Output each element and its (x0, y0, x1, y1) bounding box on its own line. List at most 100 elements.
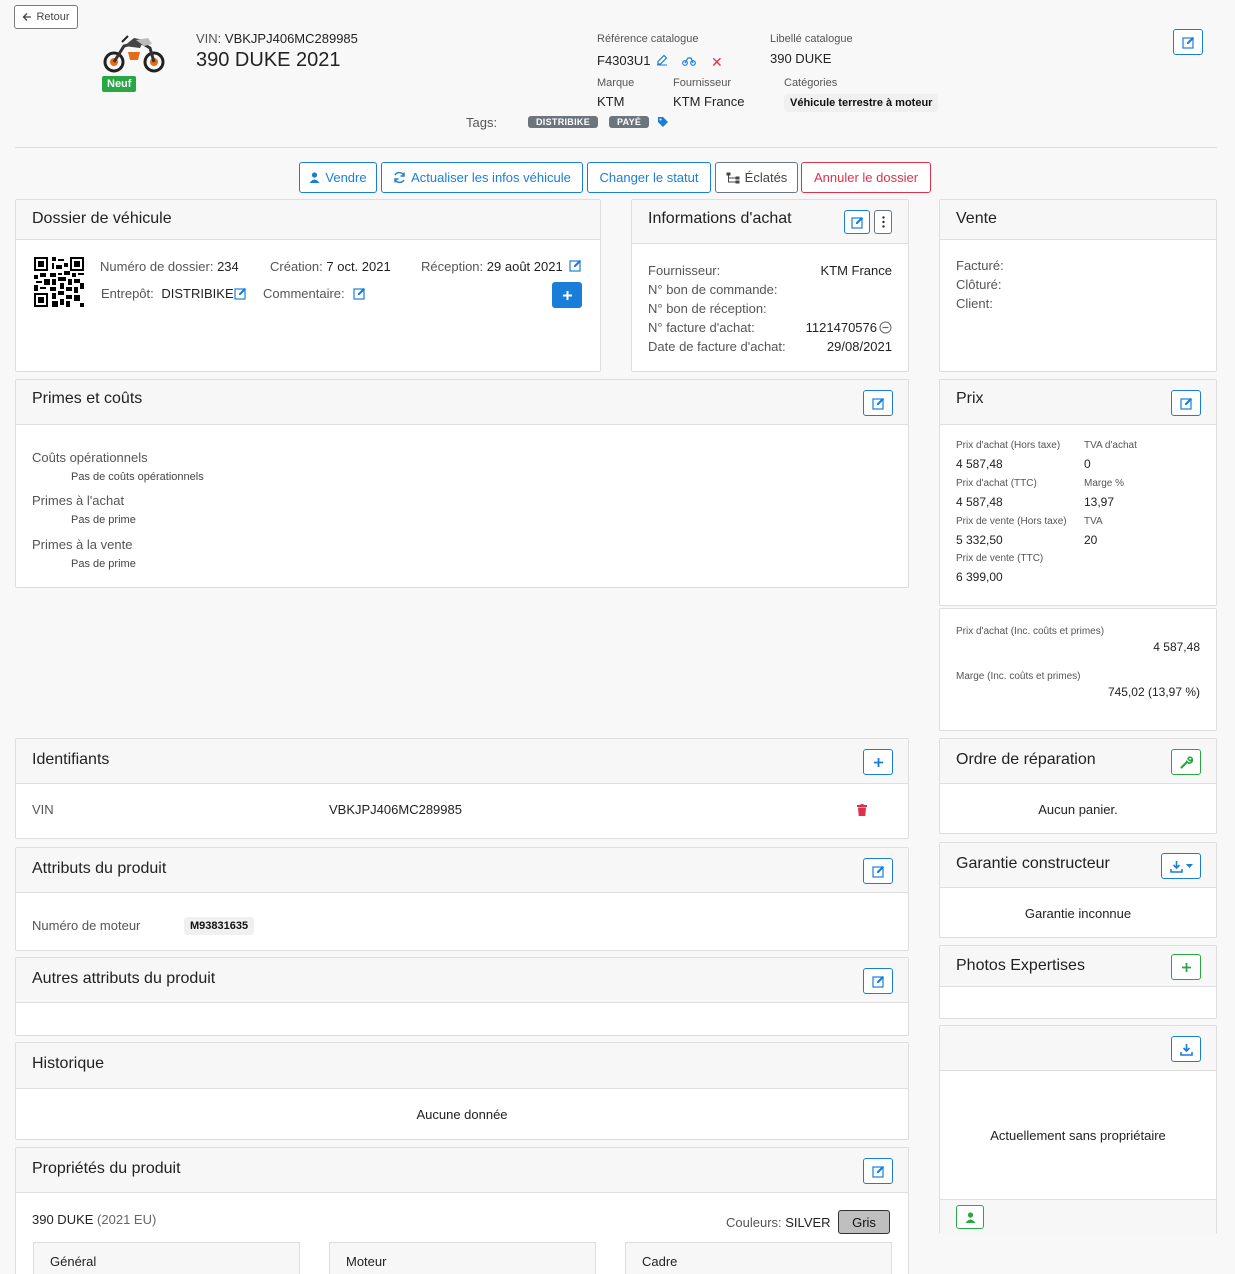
card-header: Historique (16, 1043, 908, 1089)
change-status-button[interactable]: Changer le statut (587, 162, 711, 193)
edit-header-button[interactable] (1173, 29, 1203, 55)
card-header: Informations d'achat (632, 200, 908, 244)
minus-circle-icon[interactable] (879, 321, 892, 334)
header-divider (15, 147, 1217, 148)
edit-icon (871, 1165, 885, 1178)
purchase-info-card: Informations d'achat Fournisseur: KTM Fr… (631, 199, 909, 372)
tab-label: Cadre (642, 1254, 678, 1269)
qr-code[interactable] (34, 257, 84, 307)
card-header: Garantie constructeur (940, 843, 1216, 888)
properties-tab-engine[interactable]: Moteur (329, 1242, 596, 1274)
edit-properties-button[interactable] (863, 1158, 893, 1184)
card-title: Ordre de réparation (956, 751, 1096, 768)
ref-label: Référence catalogue (597, 33, 699, 45)
assign-owner-button[interactable] (956, 1205, 984, 1229)
plus-icon (1181, 962, 1192, 973)
price-value: 0 (1084, 457, 1091, 471)
owner-download-button[interactable] (1171, 1036, 1201, 1062)
owner-empty: Actuellement sans propriétaire (990, 1128, 1166, 1143)
ref-value: F4303U1 (597, 53, 651, 68)
price-summary-card: Prix d'achat (Inc. coûts et primes) 4 58… (939, 608, 1217, 731)
plus-icon (873, 757, 884, 768)
repair-order-button[interactable] (1171, 749, 1201, 775)
tags-label: Tags: (466, 115, 498, 130)
color-swatch-button[interactable]: Gris (838, 1210, 890, 1234)
refresh-vehicle-button[interactable]: Actualiser les infos véhicule (381, 162, 583, 193)
user-icon (965, 1211, 976, 1223)
add-identifier-button[interactable] (863, 749, 893, 775)
vehicle-file-page: Retour Neuf VIN: VBKJPJ406MC289985 390 D… (0, 0, 1235, 1274)
card-header: Vente (940, 200, 1216, 240)
libelle-value: 390 DUKE (770, 51, 832, 66)
warranty-download-dropdown[interactable] (1161, 853, 1201, 879)
card-title: Attributs du produit (32, 860, 167, 877)
properties-tab-general[interactable]: Général (33, 1242, 300, 1274)
sale-card: Vente Facturé: Clôturé: Client: (939, 199, 1217, 372)
trash-icon[interactable] (857, 804, 867, 816)
operational-costs-empty: Pas de coûts opérationnels (71, 471, 204, 483)
edit-comment-icon[interactable] (353, 287, 366, 300)
product-properties-card: Propriétés du produit 390 DUKE (2021 EU)… (15, 1147, 909, 1274)
header-vin: VIN: VBKJPJ406MC289985 (196, 31, 358, 46)
purchase-row-label: Date de facture d'achat: (648, 339, 786, 354)
tag-chip: PAYÉ (609, 116, 650, 128)
price-summary-label: Marge (Inc. coûts et primes) (956, 671, 1081, 682)
remove-ref-icon[interactable]: ✕ (711, 54, 723, 71)
purchase-bonuses-label: Primes à l'achat (32, 493, 125, 508)
marque-label: Marque (597, 77, 635, 89)
card-header: Ordre de réparation (940, 739, 1216, 784)
motorbike-icon[interactable] (682, 55, 696, 66)
edit-attributes-button[interactable] (863, 858, 893, 884)
card-header: Identifiants (16, 739, 908, 784)
add-button[interactable] (552, 282, 582, 308)
edit-purchase-button[interactable] (844, 210, 870, 234)
sale-invoiced-label: Facturé: (956, 258, 1004, 273)
add-photo-button[interactable] (1171, 954, 1201, 980)
creation-date: Création: 7 oct. 2021 (270, 259, 391, 274)
owner-card: Actuellement sans propriétaire (939, 1025, 1217, 1234)
sitemap-icon (726, 172, 740, 184)
edit-ref-icon[interactable] (656, 54, 668, 66)
edit-price-button[interactable] (1171, 390, 1201, 416)
sale-client-label: Client: (956, 296, 993, 311)
edit-warehouse-icon[interactable] (234, 287, 247, 300)
warranty-empty: Garantie inconnue (1024, 906, 1132, 921)
purchase-row-value: 29/08/2021 (826, 339, 892, 354)
back-button[interactable]: Retour (14, 5, 78, 29)
more-options-button[interactable] (874, 210, 892, 234)
repair-order-empty: Aucun panier. (1038, 802, 1118, 817)
purchase-bonuses-empty: Pas de prime (71, 514, 136, 526)
download-icon (1179, 1043, 1193, 1056)
sell-button[interactable]: Vendre (299, 162, 377, 193)
card-title: Prix (956, 390, 984, 407)
marque-value: KTM (597, 94, 625, 109)
card-header (940, 1026, 1216, 1071)
vehicle-thumbnail (100, 28, 168, 76)
purchase-row-label: N° bon de réception: (648, 301, 767, 316)
categories-label: Catégories (784, 77, 838, 89)
libelle-label: Libellé catalogue (770, 33, 853, 45)
exploded-views-button[interactable]: Éclatés (715, 162, 798, 193)
edit-other-attributes-button[interactable] (863, 968, 893, 994)
tag-icon[interactable] (657, 116, 669, 128)
warehouse: Entrepôt: DISTRIBIKE (101, 286, 234, 301)
vehicle-title: 390 DUKE 2021 (196, 49, 341, 71)
price-label: Prix d'achat (TTC) (956, 478, 1037, 489)
edit-reception-icon[interactable] (569, 259, 582, 272)
purchase-row-label: Fournisseur: (648, 263, 721, 278)
price-label: Marge % (1084, 478, 1125, 489)
edit-bonuses-button[interactable] (863, 390, 893, 416)
card-title: Garantie constructeur (956, 855, 1110, 872)
bonuses-costs-card: Primes et coûts Coûts opérationnels Pas … (15, 379, 909, 588)
price-label: Prix de vente (TTC) (956, 553, 1044, 564)
more-vertical-icon (881, 216, 885, 228)
price-label: TVA (1084, 516, 1103, 527)
price-value: 13,97 (1084, 495, 1115, 509)
owner-footer (940, 1199, 1216, 1234)
cancel-file-button[interactable]: Annuler le dossier (801, 162, 931, 193)
properties-tab-frame[interactable]: Cadre (625, 1242, 892, 1274)
engine-number-value: M93831635 (184, 917, 255, 935)
card-title: Vente (956, 210, 997, 227)
card-title: Historique (32, 1055, 105, 1072)
identifier-value: VBKJPJ406MC289985 (329, 802, 462, 817)
